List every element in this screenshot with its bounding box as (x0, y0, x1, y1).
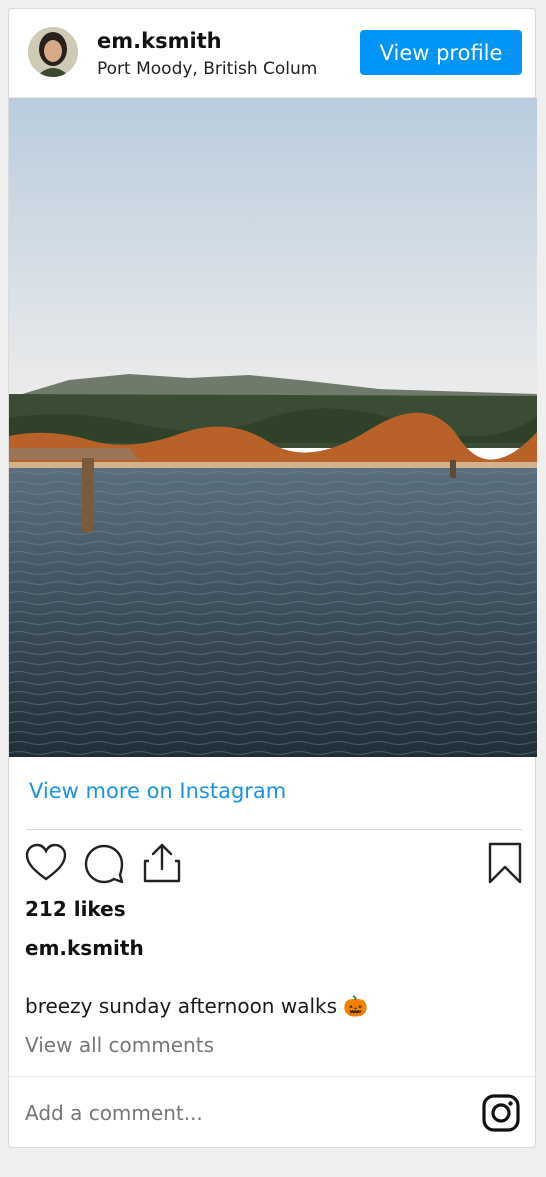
view-profile-button[interactable]: View profile (360, 30, 522, 75)
username[interactable]: em.ksmith (97, 29, 222, 53)
caption-text: breezy sunday afternoon walks 🎃 (25, 994, 369, 1018)
view-comments-link[interactable]: View all comments (25, 1033, 214, 1057)
location[interactable]: Port Moody, British Colum (97, 59, 317, 79)
instagram-embed-card: em.ksmith Port Moody, British Colum View… (8, 8, 537, 1148)
instagram-icon[interactable] (481, 1093, 521, 1133)
post-header: em.ksmith Port Moody, British Colum View… (9, 9, 535, 98)
caption-username[interactable]: em.ksmith (25, 936, 144, 960)
post-photo[interactable] (9, 98, 537, 757)
likes-count[interactable]: 212 likes (25, 897, 126, 921)
share-icon[interactable] (141, 841, 183, 885)
action-bar (25, 841, 522, 885)
comment-input[interactable]: Add a comment... (25, 1101, 203, 1125)
divider (9, 1076, 535, 1077)
heart-icon[interactable] (25, 841, 67, 885)
comment-icon[interactable] (83, 841, 125, 885)
view-more-link[interactable]: View more on Instagram (29, 779, 286, 803)
divider (26, 829, 522, 830)
bookmark-icon[interactable] (486, 841, 528, 885)
avatar[interactable] (28, 27, 78, 77)
